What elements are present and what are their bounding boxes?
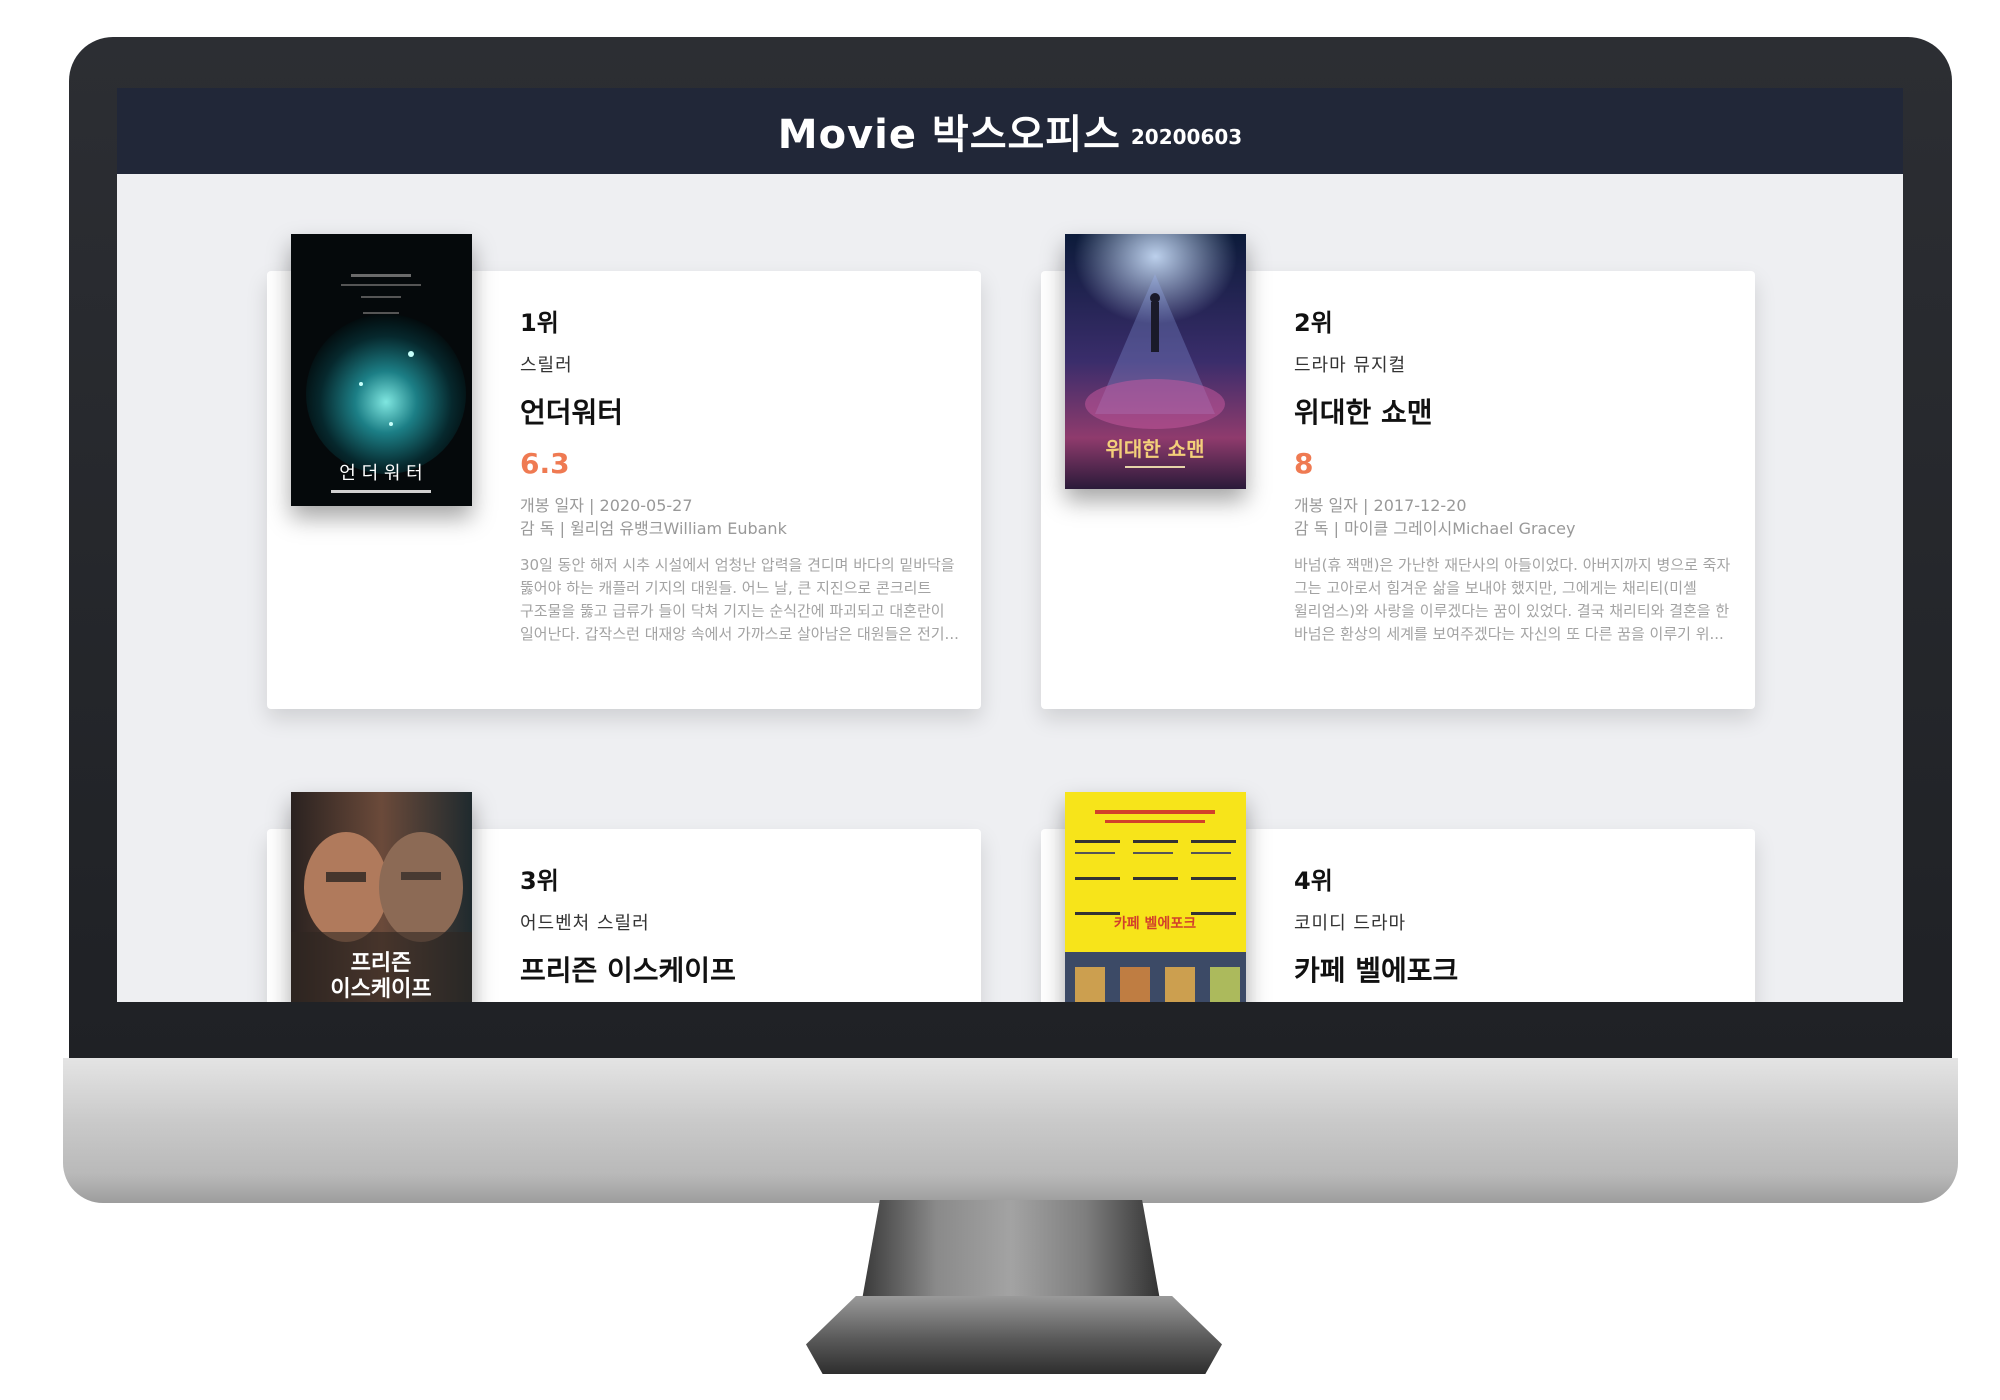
movie-summary: 바넘(휴 잭맨)은 가난한 재단사의 아들이었다. 아버지까지 병으로 죽자 그… [1294,556,1731,643]
movie-release-date: 개봉 일자 | 2020-05-27 [520,496,693,515]
movie-poster[interactable]: 카페 벨에포크 [1065,792,1246,1002]
movie-genre: 스릴러 [520,355,573,376]
monitor-chin [63,1058,1958,1203]
movie-genre: 코미디 드라마 [1294,913,1407,934]
movie-poster[interactable]: 위대한 쇼맨 [1065,234,1246,489]
movie-rank: 3위 [520,867,559,895]
movie-title[interactable]: 언더워터 [520,391,960,431]
movie-card-1[interactable]: 언 더 워 터 1위 스릴러 언더워터 6.3 개봉 일자 | 2020-05-… [267,234,981,709]
movie-title[interactable]: 프리즌 이스케이프 [520,949,960,989]
movie-title[interactable]: 카페 벨에포크 [1294,949,1734,989]
movie-title[interactable]: 위대한 쇼맨 [1294,391,1734,431]
page-date: 20200603 [1130,125,1243,149]
movie-director: 감 독 | 윌리엄 유뱅크William Eubank [520,519,787,538]
movie-genre: 어드벤처 스릴러 [520,913,650,934]
movie-poster[interactable]: 프리즌 이스케이프 [291,792,472,1002]
poster-title-line-1: 프리즌 [351,951,412,976]
app-header: Movie 박스오피스 20200603 [117,88,1903,174]
poster-title: 카페 벨에포크 [1114,916,1196,932]
movie-genre: 드라마 뮤지컬 [1294,355,1407,376]
movie-info: 4위 코미디 드라마 카페 벨에포크 [1294,865,1734,989]
monitor-stand-base [806,1296,1222,1374]
movie-card-3[interactable]: 프리즌 이스케이프 3위 어드벤처 스릴러 프리즌 이스케이프 [267,792,981,1002]
movie-rank: 1위 [520,309,559,337]
poster-title: 위대한 쇼맨 [1106,437,1205,461]
movie-card-4[interactable]: 카페 벨에포크 4위 코미디 드라마 카페 벨에포크 [1041,792,1755,1002]
movie-summary: 30일 동안 해저 시추 시설에서 엄청난 압력을 견디며 바다의 밑바닥을 뚫… [520,556,959,643]
movie-info: 3위 어드벤처 스릴러 프리즌 이스케이프 [520,865,960,989]
poster-title-line-2: 이스케이프 [330,977,431,1002]
movie-info: 1위 스릴러 언더워터 6.3 개봉 일자 | 2020-05-27 감 독 |… [520,307,960,646]
movie-rating: 8 [1294,447,1314,480]
movie-release-date: 개봉 일자 | 2017-12-20 [1294,496,1467,515]
monitor-stand-neck [862,1200,1160,1300]
poster-title: 언 더 워 터 [339,463,422,484]
page-title: Movie 박스오피스 [777,112,1121,158]
movie-rank: 2위 [1294,309,1333,337]
movie-rating: 6.3 [520,447,570,480]
movie-director: 감 독 | 마이클 그레이시Michael Gracey [1294,519,1576,538]
movie-poster[interactable]: 언 더 워 터 [291,234,472,506]
movie-rank: 4위 [1294,867,1333,895]
screen: Movie 박스오피스 20200603 언 더 워 터 1위 스릴러 언더워터… [117,88,1903,1002]
movie-info: 2위 드라마 뮤지컬 위대한 쇼맨 8 개봉 일자 | 2017-12-20 감… [1294,307,1734,646]
movie-card-2[interactable]: 위대한 쇼맨 2위 드라마 뮤지컬 위대한 쇼맨 8 개봉 일자 | 2017-… [1041,234,1755,709]
